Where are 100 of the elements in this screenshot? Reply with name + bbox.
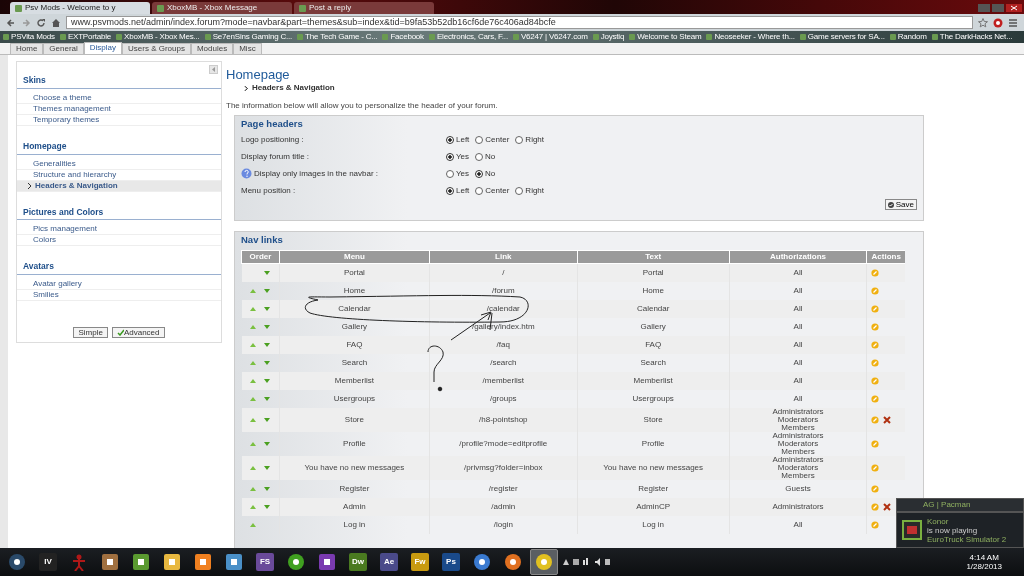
table-cell: Log in	[279, 515, 430, 534]
field-label: Display forum title :	[241, 150, 310, 163]
admin-tab[interactable]: Home	[10, 43, 44, 54]
clock-time: 4:14 AM	[968, 553, 1000, 562]
notification-game: EuroTruck Simulator 2	[927, 534, 1007, 544]
browser-tab[interactable]: Post a reply	[294, 2, 434, 14]
table-cell: /memberlist	[429, 371, 578, 390]
table-cell-text: Moderators	[776, 463, 820, 472]
app-icon: FS	[256, 553, 274, 571]
table-cell: Memberlist	[279, 371, 430, 390]
table-cell: Store	[279, 407, 430, 432]
table-cell-text: All	[792, 286, 804, 295]
mode-button[interactable]: Advanced	[111, 327, 165, 338]
browser-tab[interactable]: Psv Mods - Welcome to y	[10, 2, 150, 14]
save-button[interactable]: Save	[884, 199, 917, 211]
table-cell-text: Members	[780, 423, 816, 432]
admin-tab[interactable]: Modules	[190, 43, 234, 54]
table-cell: Gallery	[577, 317, 730, 336]
bookmark-link[interactable]: V6247 | V6247.com	[512, 31, 588, 43]
browser-tab[interactable]: XboxMB - Xbox Message	[152, 2, 292, 14]
taskbar-button[interactable]: Ae	[375, 549, 403, 575]
sidebar-item[interactable]: Avatar gallery	[17, 279, 221, 290]
option-label: Left	[456, 184, 470, 197]
mode-button[interactable]: Simple	[73, 327, 108, 338]
column-header: Order	[241, 250, 280, 264]
option-label: Center	[485, 133, 510, 146]
sidebar-item[interactable]: Temporary themes	[17, 114, 221, 126]
table-cell: FAQ	[279, 335, 430, 354]
table-cell-text: Moderators	[776, 415, 820, 424]
notification-status: is now playing	[927, 525, 978, 535]
bookmark-link[interactable]: Facebook	[382, 31, 424, 43]
table-cell: /forum	[429, 281, 578, 300]
table-cell: Memberlist	[577, 371, 730, 390]
option-label: Yes	[456, 167, 470, 180]
admin-tab[interactable]: General	[43, 43, 84, 54]
clock-date: 1/28/2013	[966, 562, 1002, 571]
bookmark-link[interactable]: Neoseeker - Where th...	[706, 31, 795, 43]
bookmark-link[interactable]: The DarkHacks Net...	[931, 31, 1013, 43]
sidebar-item[interactable]: Themes management	[17, 103, 221, 115]
bookmark-link[interactable]: Welcome to Steam	[629, 31, 702, 43]
breadcrumb: Headers & Navigation	[252, 82, 335, 94]
sidebar-item[interactable]: Headers & Navigation	[17, 180, 221, 192]
table-cell-text: All	[792, 304, 804, 313]
taskbar-button[interactable]: Ps	[437, 549, 465, 575]
table-cell-text: Guests	[784, 484, 812, 493]
table-cell: Store	[577, 407, 730, 432]
table-cell: /profile?mode=editprofile	[429, 431, 578, 456]
table-cell: Log in	[577, 515, 730, 534]
table-cell: Search	[577, 353, 730, 372]
table-cell-text: Administrators	[771, 431, 825, 440]
option-label: Right	[525, 184, 545, 197]
table-cell: FAQ	[577, 335, 730, 354]
bookmark-link[interactable]: EXTPortable	[59, 31, 112, 43]
bookmark-link[interactable]: Se7enSins Gaming C...	[204, 31, 293, 43]
column-header: Actions	[867, 250, 905, 264]
bookmark-link[interactable]: Joystiq	[592, 31, 625, 43]
table-cell-text: All	[792, 340, 804, 349]
app-icon: Ps	[442, 553, 460, 571]
taskbar-button[interactable]: IV	[34, 549, 62, 575]
table-cell-text: Administrators	[771, 407, 825, 416]
taskbar-button[interactable]: Dw	[344, 549, 372, 575]
table-cell: /register	[429, 479, 578, 498]
table-cell-text: All	[792, 376, 804, 385]
sidebar-item[interactable]: Colors	[17, 235, 221, 247]
admin-tab[interactable]: Misc	[233, 43, 262, 54]
table-cell: You have no new messages	[279, 455, 430, 480]
bookmark-link[interactable]: Electronics, Cars, F...	[428, 31, 508, 43]
table-cell: Usergroups	[577, 389, 730, 408]
bookmark-link[interactable]: The Tech Game - C...	[297, 31, 378, 43]
table-cell: AdminCP	[577, 497, 730, 516]
table-cell-text: All	[792, 394, 804, 403]
bookmark-link[interactable]: PSVita Mods	[3, 31, 55, 43]
option-label: No	[485, 167, 496, 180]
column-header: Authorizations	[729, 250, 867, 264]
sidebar-item[interactable]: Pics management	[17, 224, 221, 236]
panel-title: Nav links	[241, 233, 284, 247]
table-cell: /login	[429, 515, 578, 534]
option-label: No	[485, 150, 496, 163]
bookmark-link[interactable]: Random	[889, 31, 927, 43]
table-cell: /privmsg?folder=inbox	[429, 455, 578, 480]
sidebar-item[interactable]: Smilies	[17, 290, 221, 301]
table-cell: /search	[429, 353, 578, 372]
sidebar-item[interactable]: Choose a theme	[17, 92, 221, 104]
admin-tab[interactable]: Users & Groups	[122, 43, 191, 54]
field-label: Logo positioning :	[241, 133, 304, 146]
panel-title: Page headers	[241, 117, 304, 131]
admin-tab[interactable]: Display	[83, 42, 123, 54]
bookmark-link[interactable]: Game servers for SA...	[799, 31, 885, 43]
table-cell: Usergroups	[279, 389, 430, 408]
address-field[interactable]: www.psvmods.net/admin/index.forum?mode=navbar&part=themes&sub=index&tid=b9fa53b52db16cf6de76c406ad84bcfe	[66, 16, 973, 29]
sidebar-item[interactable]: Structure and hierarchy	[17, 169, 221, 181]
table-cell: /h8-pointshop	[429, 407, 578, 432]
section-heading: Avatars	[17, 260, 221, 275]
table-cell: Admin	[279, 497, 430, 516]
section-heading: Pictures and Colors	[17, 205, 221, 221]
table-cell-text: All	[792, 358, 804, 367]
table-cell: Profile	[577, 431, 730, 456]
bookmark-link[interactable]: XboxMB - Xbox Mes...	[116, 31, 200, 43]
taskbar-button[interactable]: FS	[251, 549, 279, 575]
sidebar-item[interactable]: Generalities	[17, 158, 221, 170]
